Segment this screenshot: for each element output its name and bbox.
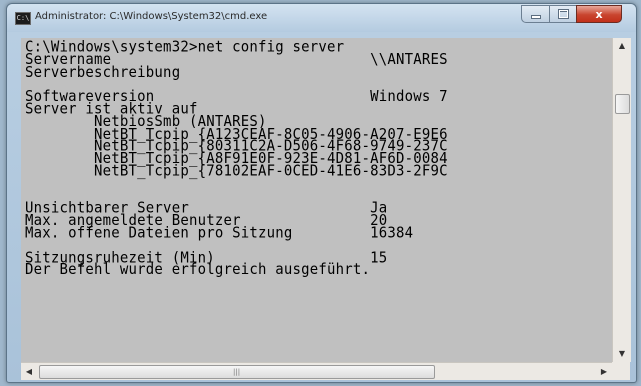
- horizontal-scrollbar[interactable]: ◀ ||| ▶: [21, 362, 612, 380]
- cmd-window: C:\ Administrator: C:\Windows\System32\c…: [6, 3, 637, 383]
- vertical-scrollbar[interactable]: ▲ ▼: [612, 38, 631, 362]
- vertical-scroll-thumb[interactable]: [615, 94, 630, 114]
- cmd-app-icon[interactable]: C:\: [15, 12, 31, 25]
- horizontal-scroll-thumb[interactable]: |||: [39, 365, 435, 379]
- scroll-left-icon[interactable]: ◀: [21, 363, 37, 380]
- console-output[interactable]: C:\Windows\system32>net config server Se…: [21, 38, 612, 362]
- window-title: Administrator: C:\Windows\System32\cmd.e…: [35, 11, 268, 22]
- resize-corner[interactable]: [612, 362, 630, 380]
- minimize-icon: [530, 15, 541, 19]
- minimize-button[interactable]: [521, 5, 549, 23]
- maximize-button[interactable]: [549, 5, 576, 23]
- close-icon: x: [595, 7, 603, 21]
- scroll-grip-icon: |||: [233, 368, 241, 376]
- title-bar[interactable]: C:\ Administrator: C:\Windows\System32\c…: [7, 4, 636, 32]
- maximize-icon: [557, 9, 569, 19]
- scroll-up-icon[interactable]: ▲: [613, 38, 631, 54]
- scroll-right-icon[interactable]: ▶: [596, 363, 612, 380]
- close-button[interactable]: x: [576, 5, 622, 23]
- console-text: C:\Windows\system32>net config server Se…: [25, 39, 448, 279]
- scroll-down-icon[interactable]: ▼: [613, 346, 631, 362]
